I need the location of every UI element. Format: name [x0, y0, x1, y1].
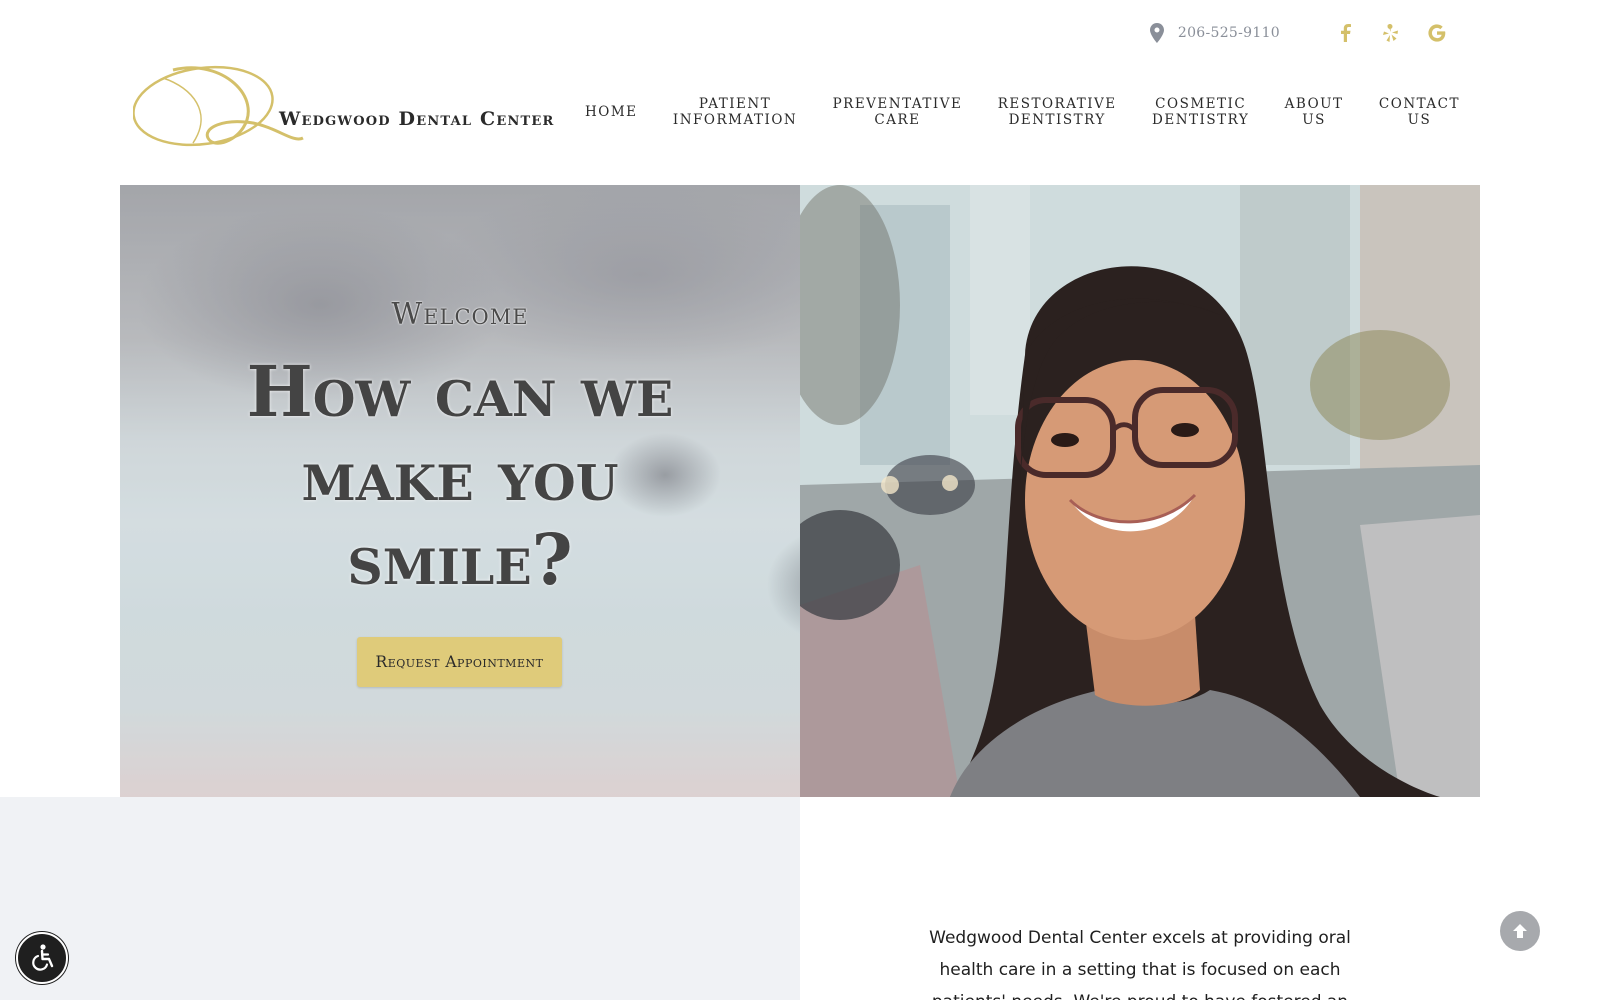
- logo-swirl-icon: [133, 65, 304, 147]
- nav-contact-us[interactable]: CONTACT US: [1379, 96, 1460, 128]
- nav-about-us[interactable]: ABOUT US: [1285, 96, 1344, 128]
- arrow-up-icon: [1513, 924, 1527, 938]
- nav-label: INFORMATION: [672, 112, 798, 128]
- site-logo[interactable]: Wedgwood Dental Center: [133, 58, 563, 153]
- hero-eyebrow: Welcome: [391, 297, 529, 332]
- lower-left-panel: [0, 797, 800, 1000]
- nav-label: RESTORATIVE: [997, 96, 1117, 112]
- hero-content: Welcome How can we make you smile? Reque…: [120, 185, 800, 797]
- nav-label: PATIENT: [698, 96, 772, 112]
- logo-wordmark: Wedgwood Dental Center: [279, 108, 555, 130]
- hero-portrait-image: [780, 185, 1480, 797]
- phone-link[interactable]: 206-525-9110: [1178, 25, 1280, 41]
- nav-label: PREVENTATIVE: [832, 96, 963, 112]
- nav-label: US: [1302, 112, 1326, 128]
- nav-label: US: [1407, 112, 1432, 128]
- hero-banner: Welcome How can we make you smile? Reque…: [120, 185, 1480, 797]
- nav-restorative-dentistry[interactable]: RESTORATIVE DENTISTRY: [998, 96, 1117, 128]
- nav-cosmetic-dentistry[interactable]: COSMETIC DENTISTRY: [1152, 96, 1249, 128]
- nav-label: DENTISTRY: [1152, 112, 1250, 128]
- intro-paragraph: Wedgwood Dental Center excels at providi…: [929, 928, 1351, 1000]
- nav-label: COSMETIC: [1155, 96, 1247, 112]
- yelp-icon[interactable]: [1378, 20, 1404, 46]
- map-pin-icon: [1149, 23, 1164, 43]
- nav-label: CONTACT: [1378, 96, 1460, 112]
- hero-headline: How can we make you smile?: [246, 350, 674, 601]
- main-nav: HOME PATIENT INFORMATION PREVENTATIVE CA…: [585, 96, 1460, 128]
- top-utility-bar: 206-525-9110: [1149, 18, 1450, 48]
- nav-label: DENTISTRY: [1008, 112, 1106, 128]
- scroll-to-top-button[interactable]: [1500, 911, 1540, 951]
- nav-label: CARE: [874, 112, 921, 128]
- nav-label: ABOUT: [1284, 96, 1344, 112]
- request-appointment-button[interactable]: Request Appointment: [357, 637, 562, 687]
- nav-patient-information[interactable]: PATIENT INFORMATION: [673, 96, 797, 128]
- google-icon[interactable]: [1424, 20, 1450, 46]
- nav-home[interactable]: HOME: [585, 104, 638, 120]
- nav-preventative-care[interactable]: PREVENTATIVE CARE: [833, 96, 963, 128]
- hero-photo: [780, 185, 1480, 797]
- facebook-icon[interactable]: [1332, 20, 1358, 46]
- wheelchair-icon: [32, 944, 54, 971]
- nav-label: HOME: [585, 104, 638, 120]
- accessibility-button[interactable]: [16, 932, 68, 984]
